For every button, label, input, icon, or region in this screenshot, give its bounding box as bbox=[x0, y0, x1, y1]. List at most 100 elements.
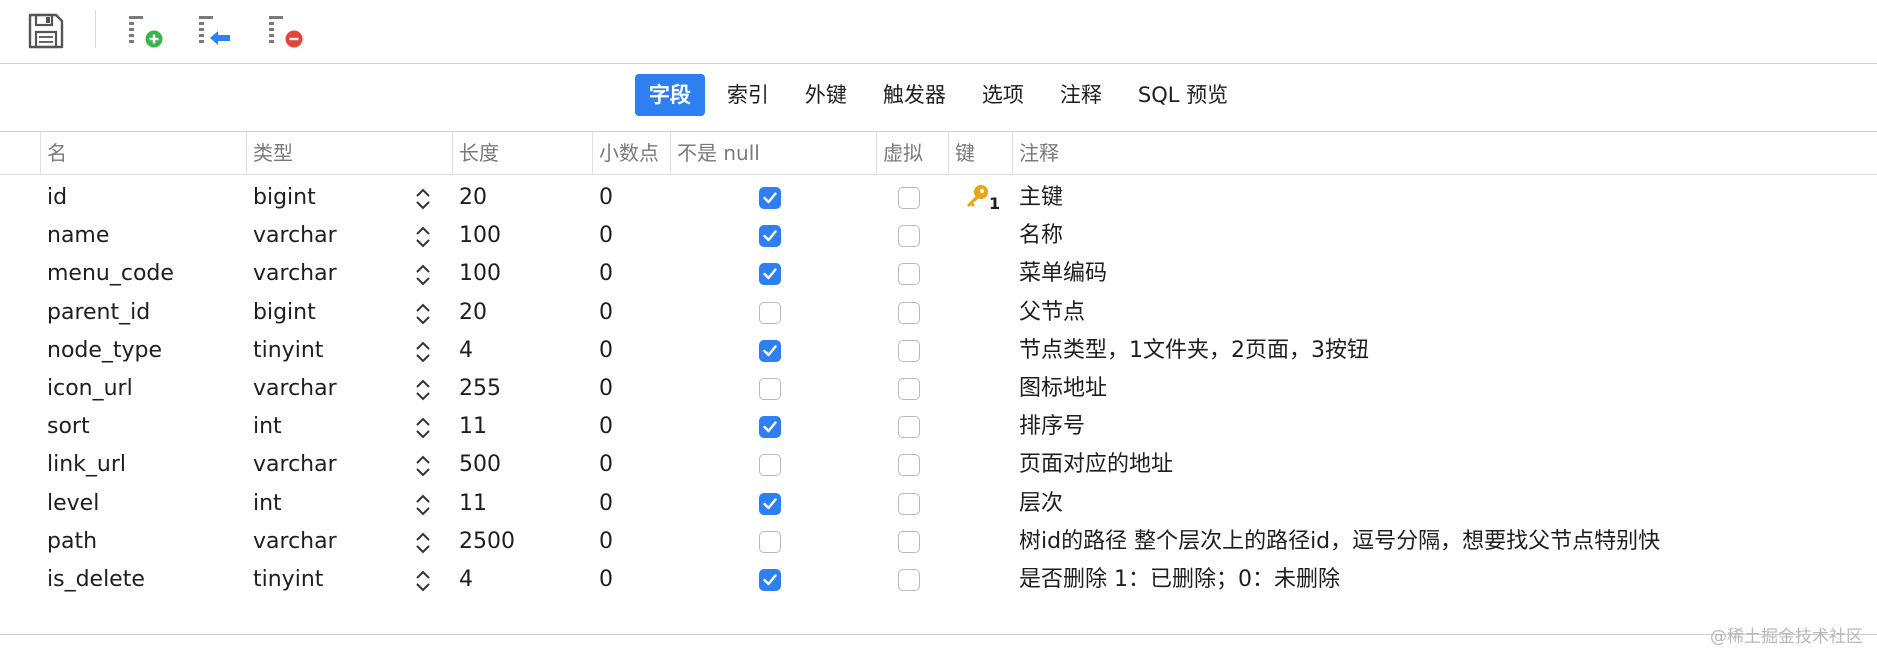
field-name-cell[interactable]: sort bbox=[47, 408, 90, 446]
not-null-checkbox[interactable] bbox=[759, 416, 781, 439]
insert-field-button[interactable] bbox=[196, 10, 240, 52]
virtual-checkbox[interactable] bbox=[898, 339, 920, 362]
field-decimals-cell[interactable]: 0 bbox=[599, 179, 613, 217]
field-decimals-cell[interactable]: 0 bbox=[599, 370, 613, 408]
field-length-cell[interactable]: 100 bbox=[459, 217, 501, 255]
field-name-cell[interactable]: level bbox=[47, 485, 99, 523]
type-stepper-icon[interactable] bbox=[413, 339, 433, 365]
field-name-cell[interactable]: is_delete bbox=[47, 561, 145, 599]
field-decimals-cell[interactable]: 0 bbox=[599, 485, 613, 523]
table-row[interactable]: sort int 11 0 排序号 bbox=[0, 408, 1877, 446]
table-row[interactable]: level int 11 0 层次 bbox=[0, 485, 1877, 523]
table-row[interactable]: link_url varchar 500 0 页面对应的地址 bbox=[0, 446, 1877, 484]
field-decimals-cell[interactable]: 0 bbox=[599, 446, 613, 484]
virtual-checkbox[interactable] bbox=[898, 416, 920, 439]
tab-3[interactable]: 触发器 bbox=[869, 74, 960, 116]
field-decimals-cell[interactable]: 0 bbox=[599, 408, 613, 446]
field-type-cell[interactable]: bigint bbox=[253, 294, 316, 332]
field-comment-cell[interactable]: 页面对应的地址 bbox=[1019, 446, 1173, 484]
column-header-type[interactable]: 类型 bbox=[246, 132, 452, 174]
type-stepper-icon[interactable] bbox=[413, 377, 433, 403]
field-type-cell[interactable]: int bbox=[253, 485, 282, 523]
field-name-cell[interactable]: menu_code bbox=[47, 255, 174, 293]
column-header-not-null[interactable]: 不是 null bbox=[670, 132, 876, 174]
field-length-cell[interactable]: 20 bbox=[459, 179, 487, 217]
field-length-cell[interactable]: 500 bbox=[459, 446, 501, 484]
table-row[interactable]: id bigint 20 0 1 主键 bbox=[0, 179, 1877, 217]
field-comment-cell[interactable]: 是否删除 1：已删除；0：未删除 bbox=[1019, 561, 1340, 599]
type-stepper-icon[interactable] bbox=[413, 492, 433, 518]
not-null-checkbox[interactable] bbox=[759, 568, 781, 591]
field-decimals-cell[interactable]: 0 bbox=[599, 255, 613, 293]
field-comment-cell[interactable]: 节点类型，1文件夹，2页面，3按钮 bbox=[1019, 332, 1369, 370]
virtual-checkbox[interactable] bbox=[898, 454, 920, 477]
column-header-virtual[interactable]: 虚拟 bbox=[876, 132, 948, 174]
tab-2[interactable]: 外键 bbox=[791, 74, 861, 116]
field-length-cell[interactable]: 20 bbox=[459, 294, 487, 332]
type-stepper-icon[interactable] bbox=[413, 301, 433, 327]
field-comment-cell[interactable]: 父节点 bbox=[1019, 294, 1085, 332]
type-stepper-icon[interactable] bbox=[413, 415, 433, 441]
field-name-cell[interactable]: node_type bbox=[47, 332, 162, 370]
field-decimals-cell[interactable]: 0 bbox=[599, 332, 613, 370]
field-name-cell[interactable]: name bbox=[47, 217, 109, 255]
field-decimals-cell[interactable]: 0 bbox=[599, 217, 613, 255]
not-null-checkbox[interactable] bbox=[759, 263, 781, 286]
field-comment-cell[interactable]: 主键 bbox=[1019, 179, 1063, 217]
field-decimals-cell[interactable]: 0 bbox=[599, 561, 613, 599]
field-name-cell[interactable]: path bbox=[47, 523, 97, 561]
field-type-cell[interactable]: varchar bbox=[253, 255, 337, 293]
type-stepper-icon[interactable] bbox=[413, 224, 433, 250]
column-header-length[interactable]: 长度 bbox=[452, 132, 592, 174]
field-length-cell[interactable]: 255 bbox=[459, 370, 501, 408]
column-header-name[interactable]: 名 bbox=[40, 132, 246, 174]
tab-5[interactable]: 注释 bbox=[1046, 74, 1116, 116]
column-header-decimals[interactable]: 小数点 bbox=[592, 132, 670, 174]
type-stepper-icon[interactable] bbox=[413, 186, 433, 212]
table-row[interactable]: is_delete tinyint 4 0 是否删除 1：已删除；0：未删除 bbox=[0, 561, 1877, 599]
table-row[interactable]: path varchar 2500 0 树id的路径 整个层次上的路径id，逗号分隔，想… bbox=[0, 523, 1877, 561]
field-name-cell[interactable]: id bbox=[47, 179, 67, 217]
virtual-checkbox[interactable] bbox=[898, 187, 920, 209]
not-null-checkbox[interactable] bbox=[759, 454, 781, 477]
not-null-checkbox[interactable] bbox=[759, 301, 781, 324]
field-comment-cell[interactable]: 层次 bbox=[1019, 485, 1063, 523]
field-type-cell[interactable]: int bbox=[253, 408, 282, 446]
field-type-cell[interactable]: varchar bbox=[253, 217, 337, 255]
field-type-cell[interactable]: bigint bbox=[253, 179, 316, 217]
save-button[interactable] bbox=[24, 10, 68, 52]
field-length-cell[interactable]: 2500 bbox=[459, 523, 515, 561]
tab-1[interactable]: 索引 bbox=[713, 74, 783, 116]
virtual-checkbox[interactable] bbox=[898, 225, 920, 248]
field-type-cell[interactable]: tinyint bbox=[253, 561, 323, 599]
not-null-checkbox[interactable] bbox=[759, 530, 781, 553]
table-row[interactable]: name varchar 100 0 名称 bbox=[0, 217, 1877, 255]
virtual-checkbox[interactable] bbox=[898, 568, 920, 591]
type-stepper-icon[interactable] bbox=[413, 568, 433, 594]
field-length-cell[interactable]: 11 bbox=[459, 485, 487, 523]
virtual-checkbox[interactable] bbox=[898, 530, 920, 553]
field-decimals-cell[interactable]: 0 bbox=[599, 294, 613, 332]
not-null-checkbox[interactable] bbox=[759, 187, 781, 209]
table-row[interactable]: icon_url varchar 255 0 图标地址 bbox=[0, 370, 1877, 408]
delete-field-button[interactable] bbox=[266, 10, 310, 52]
tab-0[interactable]: 字段 bbox=[634, 74, 705, 116]
type-stepper-icon[interactable] bbox=[413, 262, 433, 288]
field-comment-cell[interactable]: 菜单编码 bbox=[1019, 255, 1107, 293]
table-row[interactable]: node_type tinyint 4 0 节点类型，1文件夹，2页面，3按钮 bbox=[0, 332, 1877, 370]
column-header-key[interactable]: 键 bbox=[948, 132, 1012, 174]
field-name-cell[interactable]: icon_url bbox=[47, 370, 133, 408]
field-comment-cell[interactable]: 树id的路径 整个层次上的路径id，逗号分隔，想要找父节点特别快 bbox=[1019, 523, 1660, 561]
not-null-checkbox[interactable] bbox=[759, 225, 781, 248]
field-length-cell[interactable]: 4 bbox=[459, 332, 473, 370]
add-field-button[interactable] bbox=[126, 10, 170, 52]
field-name-cell[interactable]: parent_id bbox=[47, 294, 150, 332]
primary-key-cell[interactable]: 1 bbox=[962, 183, 1000, 213]
virtual-checkbox[interactable] bbox=[898, 301, 920, 324]
field-type-cell[interactable]: tinyint bbox=[253, 332, 323, 370]
not-null-checkbox[interactable] bbox=[759, 377, 781, 400]
field-length-cell[interactable]: 100 bbox=[459, 255, 501, 293]
field-length-cell[interactable]: 4 bbox=[459, 561, 473, 599]
field-type-cell[interactable]: varchar bbox=[253, 523, 337, 561]
field-comment-cell[interactable]: 名称 bbox=[1019, 217, 1063, 255]
